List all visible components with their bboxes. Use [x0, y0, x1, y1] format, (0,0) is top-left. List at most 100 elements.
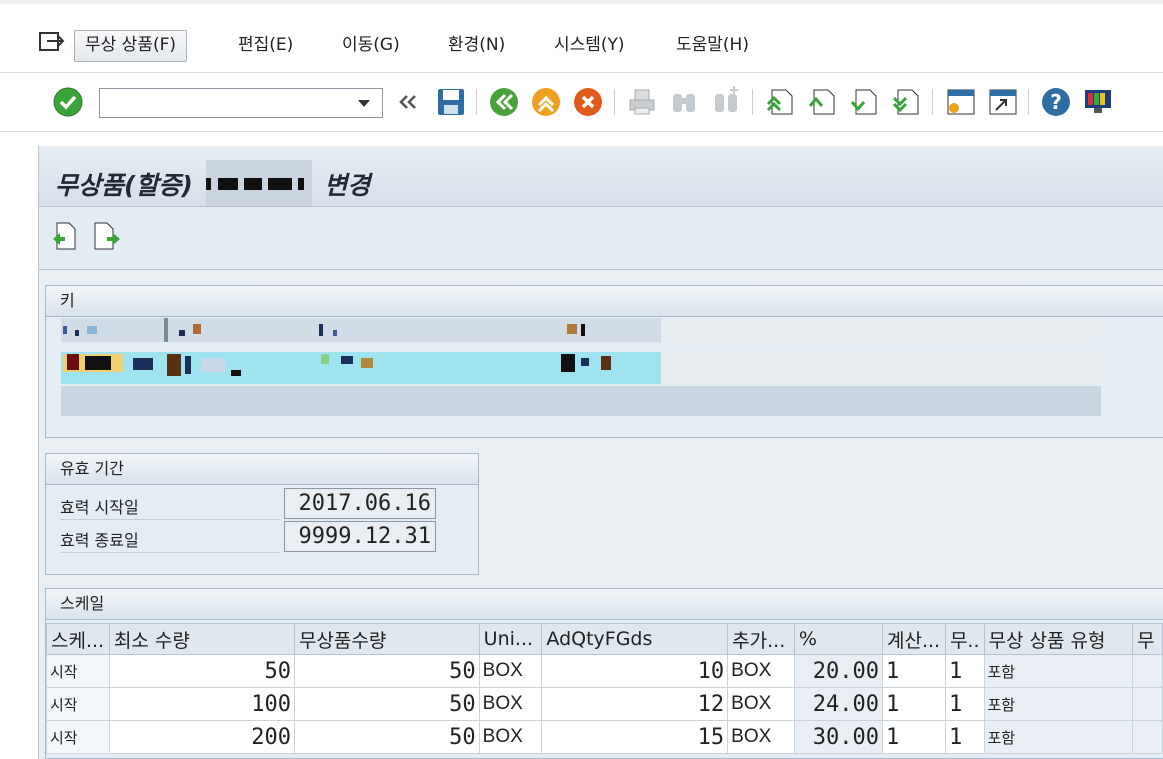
help-icon[interactable]: ? [1040, 86, 1072, 118]
free-goods-type-cell: 포함 [983, 687, 1134, 721]
percent-cell: 24.00 [793, 687, 884, 721]
add-qty-cell[interactable]: 12 [541, 687, 729, 721]
valid-to-input[interactable]: 9999.12.31 [284, 521, 436, 552]
key-group-title: 키 [46, 286, 1163, 317]
min-qty-cell[interactable]: 50 [108, 654, 295, 688]
scale-table: 스케... 최소 수량 무상품수량 Uni... AdQtyFGds 추가...… [46, 623, 1163, 754]
min-qty-cell[interactable]: 200 [108, 720, 295, 754]
add-unit-cell[interactable]: BOX [727, 720, 795, 754]
toolbar-separator [1028, 89, 1029, 115]
next-item-icon[interactable] [93, 221, 121, 251]
unit-cell[interactable]: BOX [478, 720, 543, 754]
calc-cell[interactable]: 1 [882, 654, 946, 688]
previous-item-icon[interactable] [51, 221, 79, 251]
validity-group: 유효 기간 효력 시작일 2017.06.16 효력 종료일 9999.12.3… [45, 453, 479, 575]
table-row: 시작 200 50 BOX 15 BOX 30.00 1 1 포함 [46, 720, 1163, 754]
page-title: 무상품(할증) 변경 [55, 160, 370, 206]
free-flag-cell[interactable]: 1 [944, 687, 985, 721]
table-row: 시작 50 50 BOX 10 BOX 20.00 1 1 포함 [46, 654, 1163, 688]
valid-from-input[interactable]: 2017.06.16 [284, 488, 436, 519]
menu-goto[interactable]: 이동(G) [332, 30, 410, 60]
col-free-goods-type[interactable]: 무상 상품 유형 [983, 623, 1134, 655]
col-calc-type[interactable]: 계산... [882, 623, 946, 655]
application-toolbar [39, 207, 1163, 270]
free-qty-cell[interactable]: 50 [293, 720, 480, 754]
valid-from-label: 효력 시작일 [60, 494, 280, 520]
exit-icon[interactable] [530, 86, 562, 118]
toolbar-separator [614, 89, 615, 115]
screen-title-bar: 무상품(할증) 변경 [39, 146, 1163, 207]
add-unit-cell[interactable]: BOX [727, 654, 795, 688]
free-flag-cell[interactable]: 1 [944, 720, 985, 754]
col-add-qty[interactable]: AdQtyFGds [541, 623, 729, 655]
col-overflow[interactable]: 무 [1132, 623, 1163, 655]
redacted-key-values [61, 352, 1101, 384]
new-session-icon[interactable] [944, 86, 976, 118]
menu-environment[interactable]: 환경(N) [438, 30, 515, 60]
calc-cell[interactable]: 1 [882, 720, 946, 754]
scale-cell: 시작 [46, 720, 110, 754]
menu-free-goods[interactable]: 무상 상품(F) [74, 30, 188, 62]
validity-group-title: 유효 기간 [46, 454, 478, 485]
add-qty-cell[interactable]: 10 [541, 654, 729, 688]
toolbar-separator [932, 89, 933, 115]
shortcut-icon[interactable] [986, 86, 1018, 118]
overflow-cell [1132, 654, 1163, 688]
previous-page-icon[interactable] [806, 86, 838, 118]
scale-group: 스케일 스케... 최소 수량 무상품수량 Uni... AdQtyFGds 추… [45, 588, 1163, 759]
scale-table-header: 스케... 최소 수량 무상품수량 Uni... AdQtyFGds 추가...… [46, 623, 1163, 655]
command-dropdown-icon[interactable] [358, 100, 370, 107]
col-min-qty[interactable]: 최소 수량 [108, 623, 295, 655]
free-goods-type-cell: 포함 [983, 654, 1134, 688]
redacted-key-labels [61, 318, 1101, 342]
enter-check-icon[interactable] [52, 86, 84, 118]
find-next-icon[interactable] [710, 86, 742, 118]
col-scale-type[interactable]: 스케... [46, 623, 110, 655]
min-qty-cell[interactable]: 100 [108, 687, 295, 721]
scale-cell: 시작 [46, 687, 110, 721]
col-percent[interactable]: % [793, 623, 884, 655]
find-icon[interactable] [668, 86, 700, 118]
main-content: 무상품(할증) 변경 키 유효 기간 효력 시작일 2017.06.16 효력 … [38, 146, 1163, 759]
standard-toolbar: ? [0, 73, 1163, 132]
free-qty-cell[interactable]: 50 [293, 654, 480, 688]
toolbar-separator [476, 89, 477, 115]
add-qty-cell[interactable]: 15 [541, 720, 729, 754]
print-icon[interactable] [626, 86, 658, 118]
back-icon[interactable] [488, 86, 520, 118]
unit-cell[interactable]: BOX [478, 687, 543, 721]
customize-layout-icon[interactable] [1082, 86, 1114, 118]
overflow-cell [1132, 720, 1163, 754]
menu-bar: 무상 상품(F) 편집(E) 이동(G) 환경(N) 시스템(Y) 도움말(H) [0, 0, 1163, 73]
calc-cell[interactable]: 1 [882, 687, 946, 721]
page-title-prefix: 무상품(할증) [55, 171, 193, 200]
menu-help[interactable]: 도움말(H) [666, 30, 759, 60]
col-free-flag[interactable]: 무.. [944, 623, 985, 655]
cancel-icon[interactable] [572, 86, 604, 118]
menu-edit[interactable]: 편집(E) [228, 30, 303, 60]
col-free-qty[interactable]: 무상품수량 [293, 623, 480, 655]
redacted-key-values-blank [661, 352, 1101, 384]
last-page-icon[interactable] [890, 86, 922, 118]
free-flag-cell[interactable]: 1 [944, 654, 985, 688]
toolbar-separator [752, 89, 753, 115]
free-goods-type-cell: 포함 [983, 720, 1134, 754]
add-unit-cell[interactable]: BOX [727, 687, 795, 721]
free-qty-cell[interactable]: 50 [293, 687, 480, 721]
menu-toggle-icon[interactable] [38, 30, 66, 54]
scale-cell: 시작 [46, 654, 110, 688]
next-page-icon[interactable] [848, 86, 880, 118]
unit-cell[interactable]: BOX [478, 654, 543, 688]
command-field[interactable] [99, 88, 383, 118]
page-title-suffix: 변경 [324, 171, 371, 200]
svg-text:?: ? [1050, 90, 1062, 114]
col-unit[interactable]: Uni... [478, 623, 543, 655]
percent-cell: 20.00 [793, 654, 884, 688]
first-page-icon[interactable] [764, 86, 796, 118]
collapse-icon[interactable] [393, 86, 425, 118]
col-add-unit[interactable]: 추가... [727, 623, 795, 655]
menu-system[interactable]: 시스템(Y) [544, 30, 635, 60]
table-row: 시작 100 50 BOX 12 BOX 24.00 1 1 포함 [46, 687, 1163, 721]
window-top-strip [0, 0, 1163, 4]
save-icon[interactable] [435, 86, 467, 118]
